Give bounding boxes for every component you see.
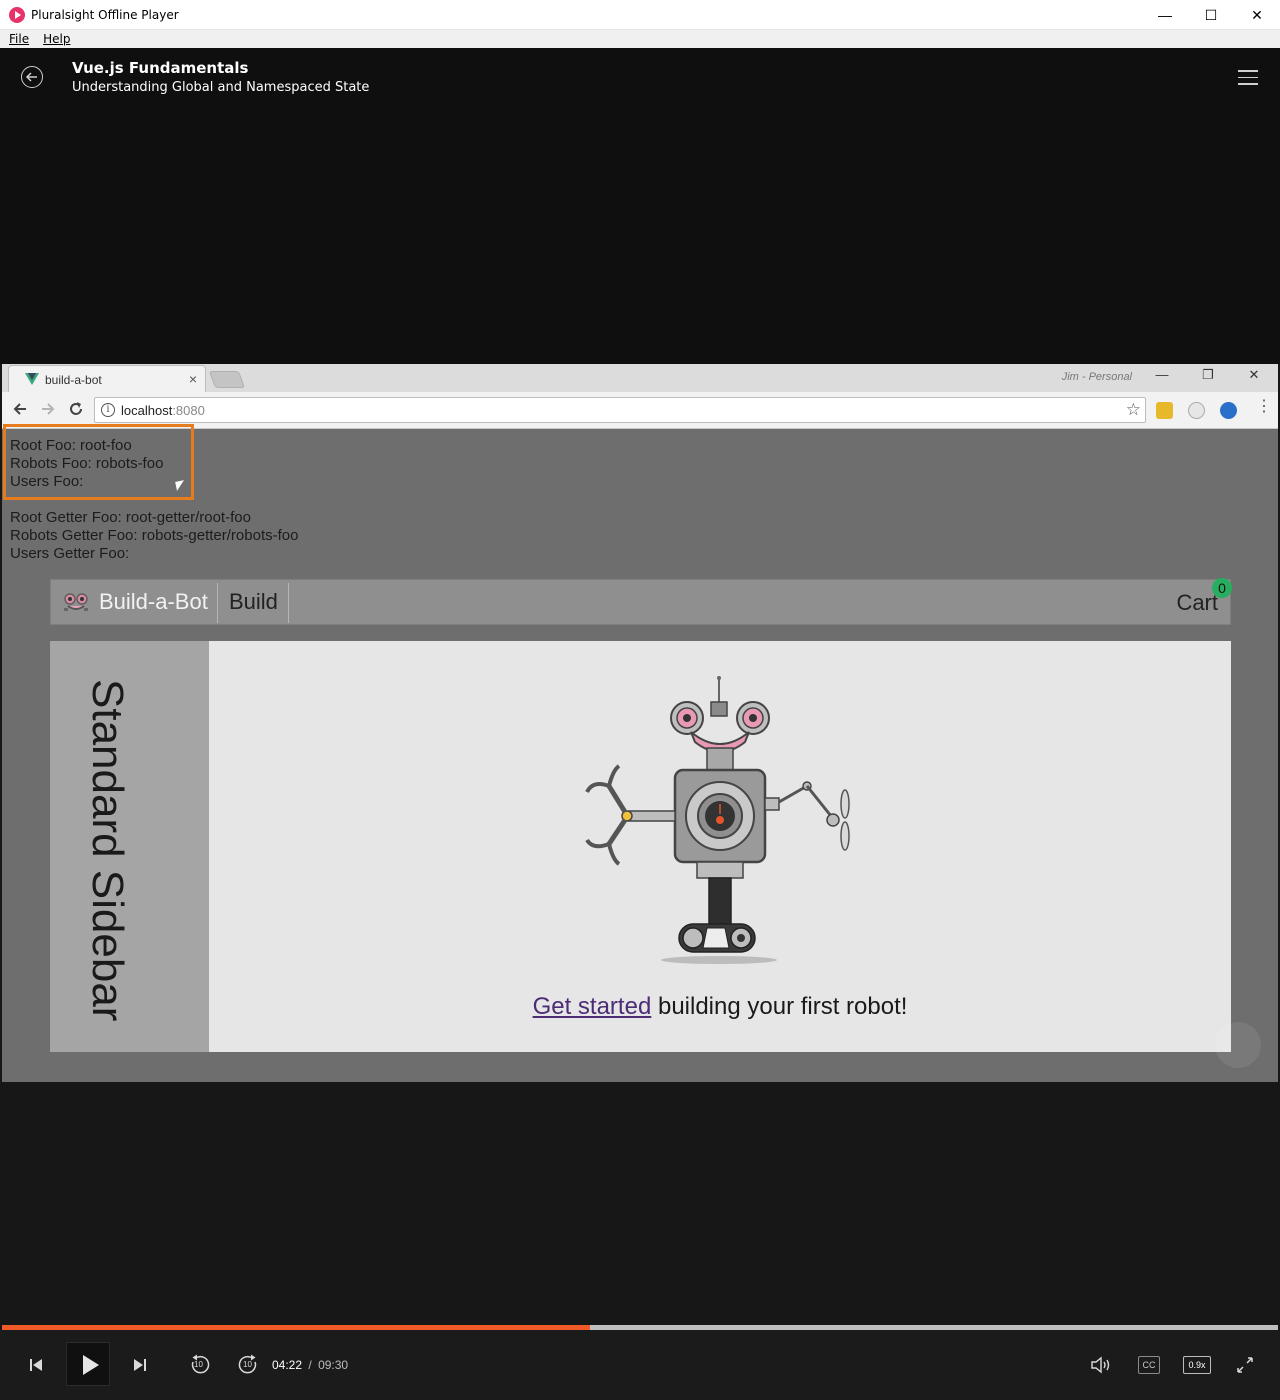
robot-logo-icon[interactable] <box>62 591 90 613</box>
window-title: Pluralsight Offline Player <box>31 7 179 22</box>
browser-tab[interactable]: build-a-bot × <box>8 365 206 392</box>
skip-back-label: 10 <box>194 1360 203 1369</box>
getter-lines: Root Getter Foo: root-getter/root-foo Ro… <box>10 509 298 563</box>
skip-back-10-button[interactable]: 10 <box>188 1353 212 1377</box>
skip-forward-label: 10 <box>243 1360 252 1369</box>
player-header: Vue.js Fundamentals Understanding Global… <box>0 48 1280 364</box>
time-display: 04:22 / 09:30 <box>272 1358 348 1372</box>
forward-arrow-icon[interactable] <box>38 400 58 418</box>
fullscreen-icon[interactable] <box>1236 1356 1254 1374</box>
sidebar-text: Standard Sidebar <box>83 679 132 1022</box>
play-button[interactable] <box>66 1342 110 1386</box>
maximize-button[interactable]: ☐ <box>1188 0 1234 30</box>
browser-minimize-button[interactable]: — <box>1152 367 1172 382</box>
course-title: Vue.js Fundamentals <box>72 59 249 77</box>
next-clip-icon[interactable] <box>1215 1022 1261 1068</box>
main-content: Get started building your first robot! <box>209 641 1231 1052</box>
cta-rest: building your first robot! <box>651 993 908 1020</box>
next-clip-icon[interactable] <box>132 1357 148 1373</box>
cart-label: Cart <box>1176 590 1218 615</box>
browser-tab-strip: build-a-bot × Jim - Personal — ❐ ✕ <box>2 364 1278 392</box>
back-button[interactable] <box>21 66 43 88</box>
build-link[interactable]: Build <box>229 589 278 615</box>
profile-label[interactable]: Jim - Personal <box>1062 371 1132 383</box>
video-frame[interactable]: build-a-bot × Jim - Personal — ❐ ✕ i loc… <box>2 364 1278 1082</box>
robot-illustration <box>585 676 850 964</box>
highlight-box <box>3 424 194 500</box>
close-button[interactable]: ✕ <box>1234 0 1280 30</box>
bookmark-star-icon[interactable]: ☆ <box>1126 400 1141 420</box>
minimize-button[interactable]: — <box>1142 0 1188 30</box>
nav-divider <box>217 583 218 623</box>
browser-menu-icon[interactable]: ⋮ <box>1256 399 1272 416</box>
player-controls: 10 10 04:22 / 09:30 CC 0.9x <box>0 1330 1280 1400</box>
playback-speed-button[interactable]: 0.9x <box>1183 1356 1211 1374</box>
vue-devtools-eye-icon[interactable] <box>1220 402 1237 419</box>
menu-help[interactable]: Help <box>43 32 70 46</box>
tab-title: build-a-bot <box>45 373 102 387</box>
cart-link[interactable]: Cart <box>1176 590 1218 616</box>
duration: 09:30 <box>318 1358 349 1372</box>
time-separator: / <box>308 1358 312 1372</box>
cart-count-badge: 0 <box>1212 578 1232 598</box>
get-started-link[interactable]: Get started <box>533 993 652 1020</box>
app-nav-bar: Build-a-Bot Build Cart 0 <box>50 578 1232 625</box>
menu-bar: File Help <box>0 30 1280 48</box>
robots-getter-line: Robots Getter Foo: robots-getter/robots-… <box>10 527 299 544</box>
skip-forward-10-button[interactable]: 10 <box>236 1353 260 1377</box>
tab-close-icon[interactable]: × <box>189 371 197 387</box>
current-time: 04:22 <box>272 1358 303 1372</box>
player-window: Pluralsight Offline Player — ☐ ✕ File He… <box>0 0 1280 1400</box>
info-icon[interactable]: i <box>101 403 115 417</box>
pluralsight-logo-icon <box>9 6 25 23</box>
browser-close-button[interactable]: ✕ <box>1244 367 1264 383</box>
browser-restore-button[interactable]: ❐ <box>1198 367 1218 383</box>
window-controls: — ☐ ✕ <box>1142 0 1280 30</box>
new-tab-button[interactable] <box>208 371 246 388</box>
volume-icon[interactable] <box>1090 1355 1112 1375</box>
web-page: Root Foo: root-foo Robots Foo: robots-fo… <box>2 424 1278 1082</box>
window-titlebar: Pluralsight Offline Player — ☐ ✕ <box>0 0 1280 30</box>
brand-link[interactable]: Build-a-Bot <box>99 589 208 615</box>
cta-text: Get started building your first robot! <box>209 993 1231 1021</box>
menu-icon[interactable] <box>1238 70 1258 86</box>
url-text: localhost:8080 <box>121 403 205 418</box>
menu-file[interactable]: File <box>9 32 29 46</box>
sidebar: Standard Sidebar <box>50 641 209 1052</box>
address-bar[interactable]: i localhost:8080 ☆ <box>94 397 1146 423</box>
users-getter-line: Users Getter Foo: <box>10 545 130 562</box>
mouse-cursor-icon <box>175 480 186 491</box>
nav-divider <box>288 583 289 623</box>
reload-icon[interactable] <box>66 400 86 418</box>
module-title: Understanding Global and Namespaced Stat… <box>72 80 370 95</box>
play-icon <box>83 1355 99 1375</box>
arrow-left-icon <box>25 72 37 82</box>
root-getter-line: Root Getter Foo: root-getter/root-foo <box>10 509 251 526</box>
previous-clip-icon[interactable] <box>28 1357 44 1373</box>
closed-captions-button[interactable]: CC <box>1138 1356 1160 1374</box>
extension-icon[interactable] <box>1156 402 1173 419</box>
vue-logo-icon <box>25 373 39 385</box>
back-arrow-icon[interactable] <box>10 400 30 418</box>
extension-icon[interactable] <box>1188 402 1205 419</box>
